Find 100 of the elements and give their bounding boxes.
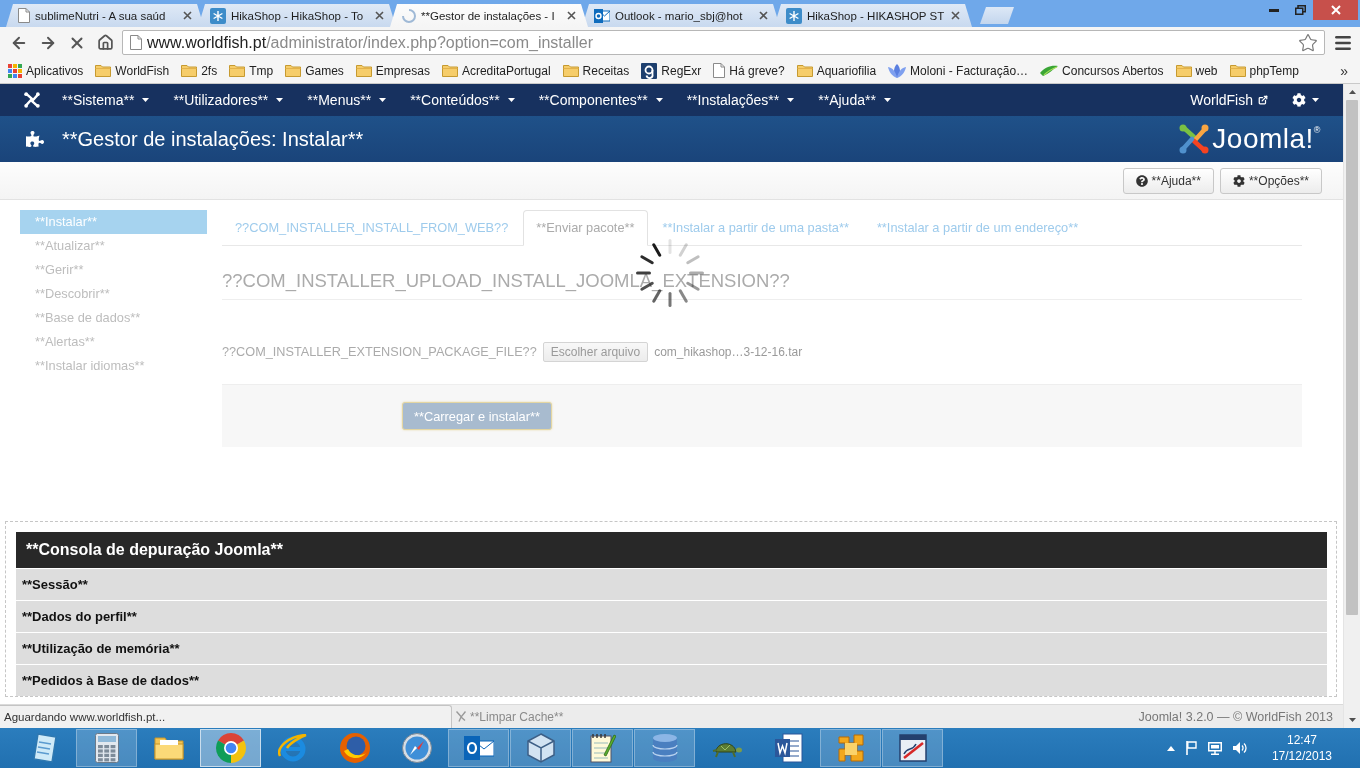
settings-icon [1292, 93, 1306, 107]
taskbar-button[interactable] [882, 729, 943, 767]
restore-icon[interactable] [1294, 5, 1306, 15]
close-icon[interactable] [567, 11, 576, 20]
loading-arc-icon [402, 8, 416, 23]
bookmark[interactable]: Concursos Abertos [1034, 59, 1170, 82]
mail-icon [463, 735, 494, 761]
caret-up-icon[interactable] [1166, 745, 1175, 751]
star-icon[interactable] [1298, 32, 1318, 53]
bookmark[interactable]: Há greve? [707, 59, 791, 82]
caret-icon [1312, 98, 1319, 102]
sketch-window-icon [898, 734, 927, 762]
site-link[interactable]: WorldFish [1178, 84, 1280, 116]
taskbar-button[interactable] [200, 729, 261, 767]
browser-tab[interactable]: **Gestor de instalações - I [390, 4, 588, 27]
settings-icon [1232, 174, 1245, 187]
page-icon [130, 35, 142, 50]
flower-icon [888, 63, 907, 78]
caret-icon [276, 98, 284, 102]
caret-icon [787, 98, 795, 102]
help-icon [1135, 174, 1148, 187]
bookmark[interactable]: Tmp [223, 59, 280, 82]
folder-icon [153, 736, 184, 760]
cube-icon [526, 733, 555, 763]
folder-icon [285, 64, 302, 77]
menu-item[interactable]: **Ajuda** [806, 84, 903, 116]
caret-icon [142, 98, 150, 102]
flag-icon[interactable] [1185, 741, 1197, 755]
page-icon [18, 8, 30, 23]
close-icon[interactable] [375, 11, 384, 20]
taskbar-button[interactable] [510, 729, 571, 767]
database-icon [651, 733, 678, 763]
globe-icon [339, 733, 370, 763]
document-icon [774, 733, 803, 763]
bookmark[interactable]: 2fs [175, 59, 224, 82]
bookmark[interactable]: Aquariofilia [790, 59, 883, 82]
folder-icon [355, 64, 372, 77]
folder-icon [181, 64, 198, 77]
url-text: www.worldfish.pt/administrator/index.php?option=com_installer [147, 33, 593, 52]
status-bubble: Aguardando www.worldfish.pt... [0, 705, 452, 728]
tile-icon [641, 62, 658, 79]
file-name: com_hikashop…3-12-16.tar [654, 345, 803, 359]
menu-item[interactable]: **Sistema** [50, 84, 162, 116]
folder-icon [796, 64, 813, 77]
toolbar-button[interactable]: **Ajuda** [1122, 167, 1214, 194]
taskbar-button[interactable] [572, 729, 633, 767]
taskbar-button[interactable] [448, 729, 509, 767]
menu-item[interactable]: **Conteúdos** [398, 84, 527, 116]
close-button[interactable] [1313, 0, 1358, 20]
logo-icon [1179, 124, 1210, 154]
bookmark[interactable]: Empresas [349, 59, 436, 82]
caret-icon [379, 98, 387, 102]
apps-grid-icon [8, 63, 22, 78]
bookmark[interactable]: Receitas [556, 59, 636, 82]
menu-item[interactable]: **Utilizadores** [161, 84, 296, 116]
clock[interactable]: 12:47 17/12/2013 [1271, 732, 1332, 764]
close-icon[interactable] [759, 11, 768, 20]
menu-item[interactable]: **Menus** [295, 84, 399, 116]
bookmark[interactable]: WorldFish [89, 59, 176, 82]
leaf-icon [1040, 64, 1059, 77]
address-field[interactable]: www.worldfish.pt/administrator/index.php?option=com_installer [122, 30, 1325, 55]
bookmark[interactable]: phpTemp [1223, 59, 1305, 82]
broom-icon [456, 711, 466, 722]
bookmark[interactable]: AcreditaPortugal [435, 59, 557, 82]
console-section[interactable]: **Dados do perfil** [16, 601, 1327, 632]
more-bookmarks-chevron[interactable]: » [1340, 62, 1348, 79]
snowflake-tile-icon [786, 7, 802, 24]
caret-down-icon[interactable] [1348, 718, 1356, 722]
notepad-icon [32, 733, 57, 763]
close-icon[interactable] [183, 11, 192, 20]
console-section[interactable]: **Utilização de memória** [16, 633, 1327, 664]
notebook-icon [589, 733, 616, 763]
network-icon[interactable] [1207, 741, 1222, 755]
menu-item[interactable]: **Componentes** [526, 84, 675, 116]
folder-icon [1229, 64, 1246, 77]
bookmark[interactable]: Moloni - Facturação… [882, 59, 1035, 82]
minimize-icon[interactable] [1269, 8, 1279, 12]
menu-item[interactable]: **Instalações** [674, 84, 807, 116]
close-icon[interactable] [951, 11, 960, 20]
folder-icon [95, 64, 112, 77]
scrollbar-thumb[interactable] [1346, 100, 1358, 615]
bookmark[interactable]: web [1169, 59, 1224, 82]
browser-tab[interactable]: HikaShop - HIKASHOP ST [774, 4, 972, 27]
console-section[interactable]: **Sessão** [16, 569, 1327, 600]
brand-name: Joomla!$^{®}$ [1212, 123, 1321, 155]
toolbar-button[interactable]: **Opções** [1219, 167, 1322, 194]
compass-icon [401, 733, 432, 763]
speaker-icon[interactable] [1232, 742, 1247, 754]
console-header: **Consola de depuração Joomla** [16, 532, 1327, 568]
home-icon[interactable] [97, 34, 114, 51]
external-link-icon [1258, 95, 1268, 105]
console-section[interactable]: **Pedidos à Base de dados** [16, 665, 1327, 696]
bookmark[interactable]: RegExr [635, 59, 708, 82]
caret-up-icon[interactable] [1348, 90, 1356, 94]
bookmark[interactable]: Games [279, 59, 350, 82]
field-label: ??COM_INSTALLER_EXTENSION_PACKAGE_FILE?? [222, 345, 537, 359]
bookmark[interactable]: Aplicativos [2, 59, 90, 82]
caret-icon [655, 98, 663, 102]
scrollbar[interactable] [1343, 84, 1360, 728]
mail-tile-icon [594, 7, 610, 24]
